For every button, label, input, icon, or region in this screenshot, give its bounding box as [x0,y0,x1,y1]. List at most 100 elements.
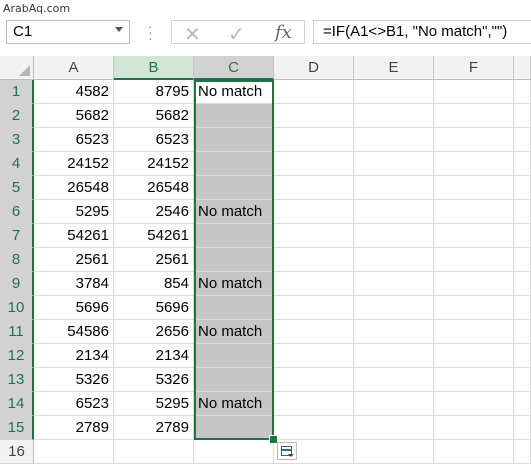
cell-a[interactable]: 6523 [34,392,114,416]
cell-g[interactable] [514,152,531,176]
row-header[interactable]: 13 [0,368,34,392]
cell-a[interactable] [34,440,114,464]
cell-e[interactable] [354,104,434,128]
cell-c[interactable] [194,368,274,392]
cell-e[interactable] [354,176,434,200]
row-header[interactable]: 11 [0,320,34,344]
drag-handle-icon[interactable]: · · · [148,19,153,45]
quick-analysis-button[interactable] [277,442,297,460]
cell-d[interactable] [274,320,354,344]
cell-c[interactable]: No match [194,320,274,344]
cell-b[interactable]: 8795 [114,80,194,104]
row-header[interactable]: 6 [0,200,34,224]
cell-b[interactable]: 5696 [114,296,194,320]
cell-g[interactable] [514,440,531,464]
cell-c[interactable] [194,104,274,128]
cell-d[interactable] [274,104,354,128]
cell-b[interactable]: 2656 [114,320,194,344]
cell-a[interactable]: 5696 [34,296,114,320]
cell-c[interactable] [194,296,274,320]
cell-g[interactable] [514,296,531,320]
cell-b[interactable]: 2546 [114,200,194,224]
cell-c[interactable]: No match [194,80,274,104]
column-header-e[interactable]: E [354,56,434,80]
cell-f[interactable] [434,272,514,296]
cell-c[interactable]: No match [194,200,274,224]
column-header-b[interactable]: B [114,56,194,80]
column-header-f[interactable]: F [434,56,514,80]
select-all-button[interactable] [0,56,34,80]
cell-g[interactable] [514,80,531,104]
cell-b[interactable]: 2134 [114,344,194,368]
fx-icon[interactable]: fx [275,22,292,43]
cell-e[interactable] [354,200,434,224]
row-header[interactable]: 3 [0,128,34,152]
cell-e[interactable] [354,440,434,464]
cell-c[interactable] [194,344,274,368]
cell-a[interactable]: 2134 [34,344,114,368]
cell-e[interactable] [354,368,434,392]
column-header-a[interactable]: A [34,56,114,80]
cell-f[interactable] [434,344,514,368]
formula-input[interactable]: =IF(A1<>B1, "No match","") [313,20,531,44]
cell-e[interactable] [354,248,434,272]
cell-f[interactable] [434,392,514,416]
row-header[interactable]: 10 [0,296,34,320]
cell-b[interactable]: 854 [114,272,194,296]
cell-g[interactable] [514,104,531,128]
x-icon[interactable]: ✕ [184,22,201,47]
cell-g[interactable] [514,272,531,296]
cell-a[interactable]: 26548 [34,176,114,200]
row-header[interactable]: 15 [0,416,34,440]
row-header[interactable]: 12 [0,344,34,368]
cell-a[interactable]: 5326 [34,368,114,392]
column-header-g-partial[interactable] [514,56,531,80]
cell-c[interactable]: No match [194,392,274,416]
cell-f[interactable] [434,320,514,344]
cell-a[interactable]: 5682 [34,104,114,128]
cell-g[interactable] [514,128,531,152]
cell-b[interactable]: 54261 [114,224,194,248]
cell-e[interactable] [354,416,434,440]
cell-d[interactable] [274,224,354,248]
cell-d[interactable] [274,128,354,152]
cell-d[interactable] [274,392,354,416]
cell-d[interactable] [274,272,354,296]
row-header[interactable]: 16 [0,440,34,464]
cell-c[interactable] [194,152,274,176]
cell-f[interactable] [434,368,514,392]
cell-d[interactable] [274,296,354,320]
check-icon[interactable]: ✓ [228,22,245,47]
cell-b[interactable] [114,440,194,464]
row-header[interactable]: 7 [0,224,34,248]
cell-b[interactable]: 5326 [114,368,194,392]
column-header-c[interactable]: C [194,56,274,80]
cell-d[interactable] [274,368,354,392]
cell-e[interactable] [354,392,434,416]
cell-g[interactable] [514,176,531,200]
cell-b[interactable]: 24152 [114,152,194,176]
cell-a[interactable]: 5295 [34,200,114,224]
chevron-down-icon[interactable] [115,27,123,32]
cell-b[interactable]: 2789 [114,416,194,440]
row-header[interactable]: 14 [0,392,34,416]
cell-f[interactable] [434,224,514,248]
column-header-d[interactable]: D [274,56,354,80]
cell-c[interactable] [194,440,274,464]
cell-f[interactable] [434,248,514,272]
cell-d[interactable] [274,176,354,200]
cell-e[interactable] [354,80,434,104]
cell-g[interactable] [514,224,531,248]
row-header[interactable]: 8 [0,248,34,272]
row-header[interactable]: 4 [0,152,34,176]
cell-a[interactable]: 54261 [34,224,114,248]
cell-f[interactable] [434,176,514,200]
cell-g[interactable] [514,248,531,272]
cell-f[interactable] [434,152,514,176]
row-header[interactable]: 2 [0,104,34,128]
cell-a[interactable]: 4582 [34,80,114,104]
row-header[interactable]: 9 [0,272,34,296]
cell-f[interactable] [434,296,514,320]
name-box[interactable]: C1 [6,20,130,44]
cell-b[interactable]: 5295 [114,392,194,416]
